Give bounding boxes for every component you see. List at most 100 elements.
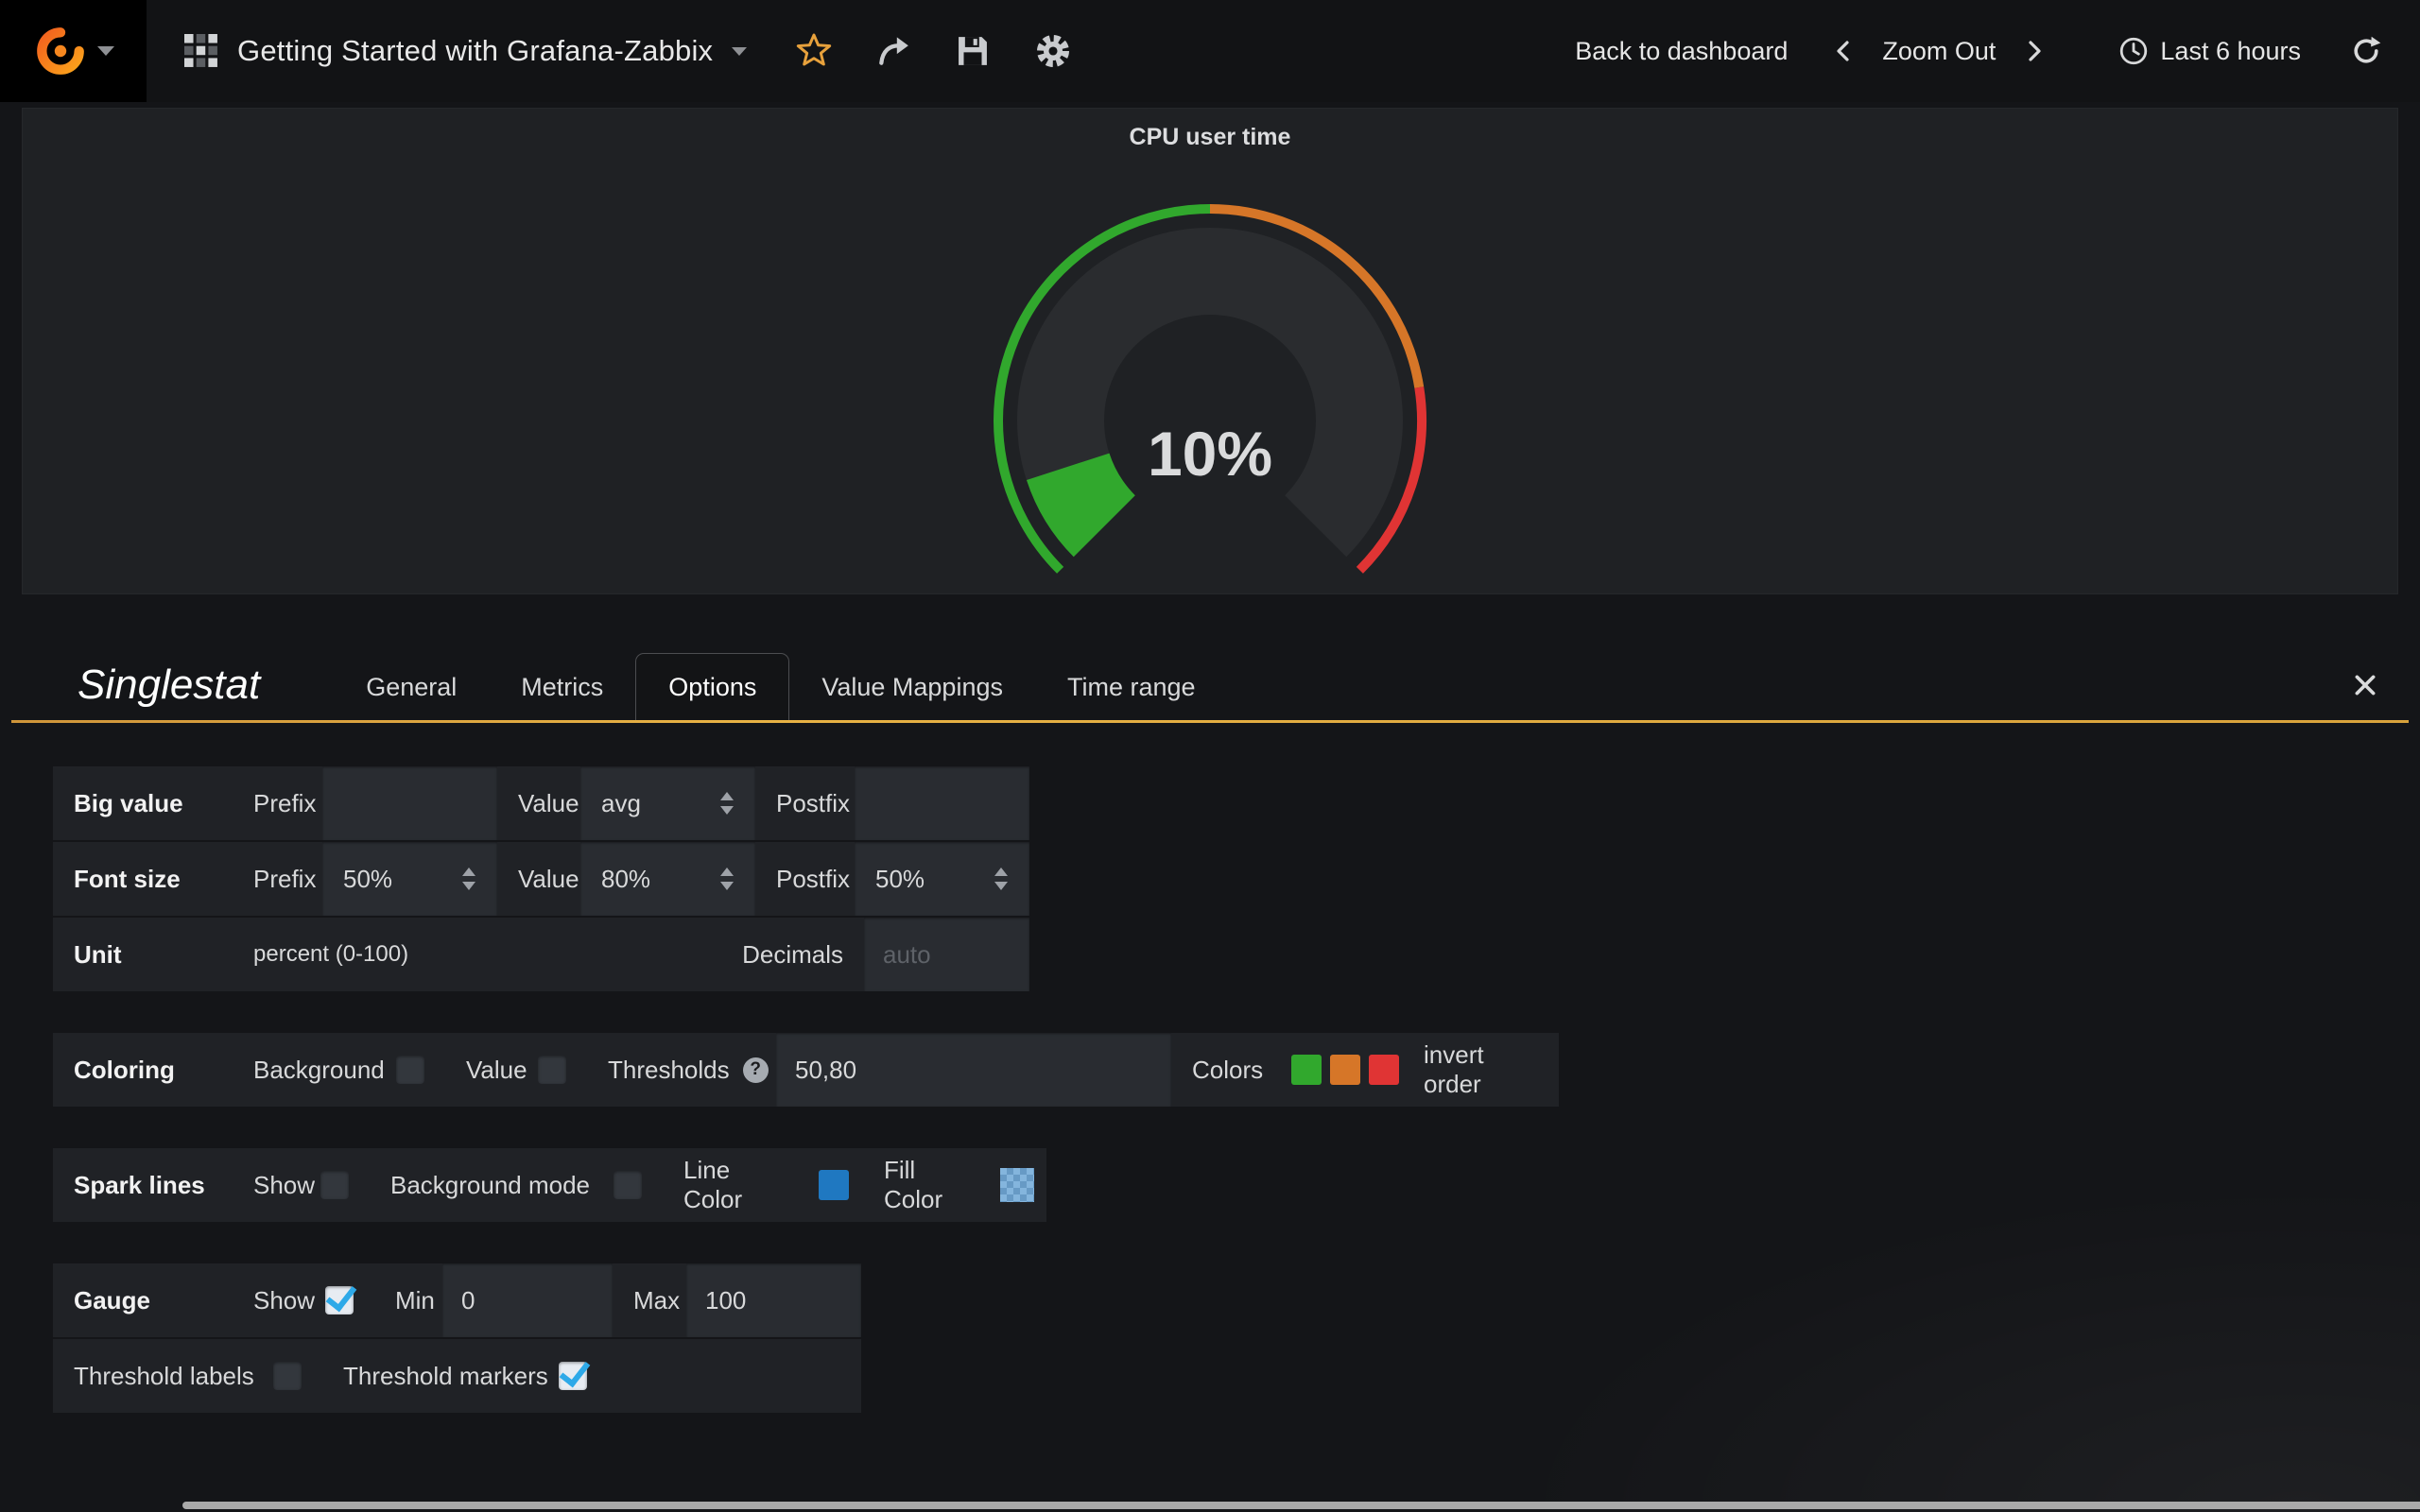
- fill-color-cell: [988, 1148, 1046, 1222]
- prefix-input[interactable]: [322, 766, 497, 840]
- value-size-selected: 80%: [601, 865, 650, 894]
- unit-row: Unit percent (0-100) Decimals: [53, 918, 2420, 991]
- grafana-logo-button[interactable]: [0, 0, 147, 102]
- gauge-value-arc: [1068, 467, 1105, 526]
- clock-icon: [2118, 36, 2149, 66]
- line-color-cell: [804, 1148, 863, 1222]
- value-size-select[interactable]: 80%: [580, 842, 755, 916]
- dashboard-title: Getting Started with Grafana-Zabbix: [237, 34, 713, 68]
- decimals-label: Decimals: [722, 918, 864, 991]
- panel-editor-title: Singlestat: [78, 662, 260, 720]
- prefix-size-selected: 50%: [343, 865, 392, 894]
- background-mode-option: Background mode: [370, 1148, 663, 1222]
- prefix-label: Prefix: [233, 766, 322, 840]
- color-swatches-cell: [1270, 1033, 1403, 1107]
- options-form: Big value Prefix Value avg Postfix Font …: [0, 723, 2420, 1413]
- coloring-value-label: Value: [466, 1056, 527, 1085]
- select-spinner-icon: [719, 867, 735, 891]
- threshold-labels-checkbox[interactable]: [273, 1362, 302, 1390]
- threshold-color-swatch-red[interactable]: [1369, 1055, 1399, 1085]
- coloring-background-option: Background: [233, 1033, 445, 1107]
- line-color-swatch[interactable]: [819, 1170, 849, 1200]
- chevron-right-icon: [2020, 38, 2047, 64]
- close-editor-button[interactable]: [2352, 672, 2378, 720]
- panel-title[interactable]: CPU user time: [23, 124, 2397, 151]
- thresholds-label: Thresholds: [608, 1056, 730, 1085]
- gauge-show-checkbox[interactable]: [325, 1286, 354, 1314]
- tab-metrics[interactable]: Metrics: [489, 654, 635, 720]
- spark-lines-label: Spark lines: [53, 1148, 233, 1222]
- gauge-show-option: Show: [233, 1263, 374, 1337]
- threshold-markers-label: Threshold markers: [343, 1362, 548, 1391]
- spark-lines-row: Spark lines Show Background mode Line Co…: [53, 1148, 2420, 1222]
- refresh-button[interactable]: [2350, 35, 2382, 67]
- save-icon[interactable]: [955, 33, 991, 69]
- time-shift-right-button[interactable]: [2020, 38, 2047, 64]
- spark-show-option: Show: [233, 1148, 370, 1222]
- coloring-background-checkbox[interactable]: [396, 1056, 424, 1084]
- tab-value-mappings[interactable]: Value Mappings: [789, 654, 1035, 720]
- value-function-select[interactable]: avg: [580, 766, 755, 840]
- gauge-row: Gauge Show Min Max: [53, 1263, 2420, 1337]
- time-range-label: Last 6 hours: [2160, 37, 2301, 66]
- fill-color-swatch[interactable]: [1000, 1168, 1034, 1202]
- time-shift-left-button[interactable]: [1831, 38, 1858, 64]
- back-to-dashboard-button[interactable]: Back to dashboard: [1575, 37, 1788, 66]
- min-input[interactable]: [442, 1263, 613, 1337]
- horizontal-scrollbar[interactable]: [182, 1502, 2420, 1509]
- font-postfix-label: Postfix: [755, 842, 855, 916]
- postfix-size-select[interactable]: 50%: [855, 842, 1029, 916]
- star-icon[interactable]: [796, 33, 832, 69]
- big-value-row: Big value Prefix Value avg Postfix: [53, 766, 2420, 840]
- fill-color-tint: [1000, 1168, 1034, 1202]
- singlestat-panel: CPU user time 10%: [22, 108, 2398, 594]
- gauge-value-label: 10%: [1148, 419, 1272, 489]
- postfix-input[interactable]: [855, 766, 1029, 840]
- thresholds-input[interactable]: [776, 1033, 1171, 1107]
- gauge-label: Gauge: [53, 1263, 233, 1337]
- thresholds-help-icon[interactable]: ?: [743, 1057, 769, 1083]
- big-value-label: Big value: [53, 766, 233, 840]
- share-icon[interactable]: [875, 33, 911, 69]
- threshold-labels-label: Threshold labels: [74, 1362, 254, 1391]
- dashboard-title-dropdown[interactable]: Getting Started with Grafana-Zabbix: [184, 34, 747, 68]
- panel-editor: Singlestat General Metrics Options Value…: [0, 653, 2420, 1413]
- threshold-color-swatch-orange[interactable]: [1330, 1055, 1360, 1085]
- refresh-icon: [2350, 35, 2382, 67]
- title-caret-icon: [732, 47, 747, 56]
- invert-order-button[interactable]: invert order: [1403, 1033, 1559, 1107]
- tab-time-range[interactable]: Time range: [1035, 654, 1228, 720]
- font-prefix-label: Prefix: [233, 842, 322, 916]
- zoom-out-button[interactable]: Zoom Out: [1882, 37, 1996, 66]
- thresholds-label-cell: Thresholds ?: [587, 1033, 776, 1107]
- threshold-options-row: Threshold labels Threshold markers: [53, 1339, 2420, 1413]
- editor-tabs: General Metrics Options Value Mappings T…: [334, 653, 1227, 720]
- tab-general[interactable]: General: [334, 654, 489, 720]
- select-spinner-icon: [994, 867, 1009, 891]
- postfix-label: Postfix: [755, 766, 855, 840]
- unit-select[interactable]: percent (0-100): [233, 918, 722, 991]
- threshold-color-swatch-green[interactable]: [1291, 1055, 1322, 1085]
- coloring-value-checkbox[interactable]: [538, 1056, 566, 1084]
- unit-label: Unit: [53, 918, 233, 991]
- postfix-size-selected: 50%: [875, 865, 925, 894]
- logo-caret-icon: [97, 46, 114, 56]
- coloring-row: Coloring Background Value Thresholds ? C…: [53, 1033, 2420, 1107]
- spark-show-checkbox[interactable]: [320, 1171, 349, 1199]
- prefix-size-select[interactable]: 50%: [322, 842, 497, 916]
- colors-label: Colors: [1171, 1033, 1270, 1107]
- max-label: Max: [613, 1263, 686, 1337]
- font-size-row: Font size Prefix 50% Value 80% Postfix 5…: [53, 842, 2420, 916]
- settings-gear-icon[interactable]: [1034, 32, 1072, 70]
- tab-options[interactable]: Options: [635, 653, 789, 720]
- background-mode-checkbox[interactable]: [614, 1171, 642, 1199]
- max-input[interactable]: [686, 1263, 861, 1337]
- select-spinner-icon: [719, 791, 735, 816]
- threshold-markers-checkbox[interactable]: [559, 1362, 587, 1390]
- time-range-picker[interactable]: Last 6 hours: [2118, 36, 2301, 66]
- min-label: Min: [374, 1263, 442, 1337]
- threshold-labels-option: Threshold labels: [53, 1339, 322, 1413]
- decimals-input[interactable]: [864, 918, 1029, 991]
- close-icon: [2352, 672, 2378, 698]
- coloring-label: Coloring: [53, 1033, 233, 1107]
